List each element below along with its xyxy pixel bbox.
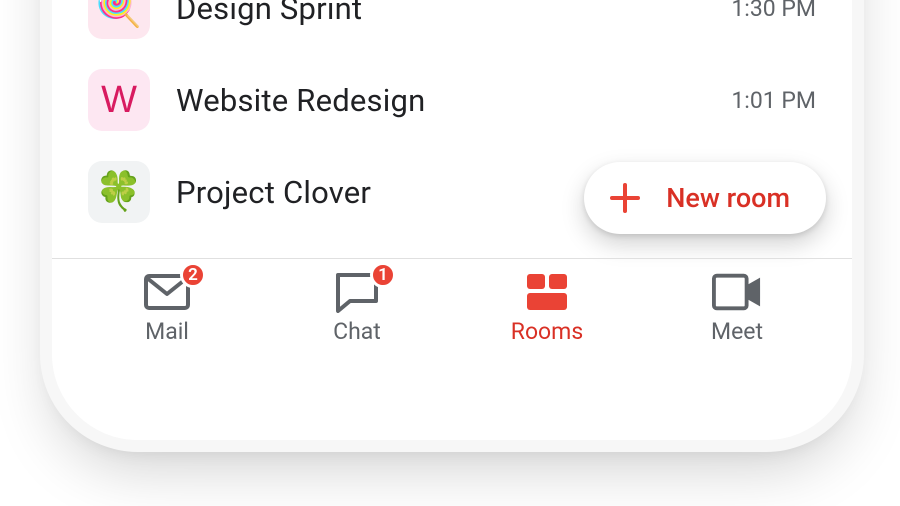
room-avatar: W — [88, 69, 150, 131]
phone-frame: 🍭 Design Sprint 1:30 PM W Website Redesi… — [52, 0, 852, 440]
rooms-icon — [522, 270, 572, 314]
screenshot-stage: 🍭 Design Sprint 1:30 PM W Website Redesi… — [0, 0, 900, 506]
plus-icon — [610, 183, 640, 213]
meet-icon — [712, 270, 762, 314]
room-time: 1:01 PM — [731, 87, 816, 114]
phone-screen: 🍭 Design Sprint 1:30 PM W Website Redesi… — [52, 0, 852, 440]
nav-label: Rooms — [511, 318, 583, 345]
new-room-label: New room — [666, 182, 790, 214]
room-row[interactable]: 🍭 Design Sprint 1:30 PM — [52, 0, 852, 54]
room-avatar: 🍭 — [88, 0, 150, 39]
nav-meet[interactable]: Meet — [652, 270, 822, 345]
mail-icon: 2 — [142, 270, 192, 314]
room-avatar: 🍀 — [88, 161, 150, 223]
nav-chat[interactable]: 1 Chat — [272, 270, 442, 345]
room-time: 1:30 PM — [731, 0, 816, 22]
nav-label: Meet — [711, 318, 763, 345]
chat-badge: 1 — [370, 262, 396, 288]
nav-mail[interactable]: 2 Mail — [82, 270, 252, 345]
nav-label: Mail — [145, 318, 189, 345]
new-room-fab[interactable]: New room — [584, 162, 826, 234]
mail-badge: 2 — [180, 262, 206, 288]
nav-rooms[interactable]: Rooms — [462, 270, 632, 345]
nav-divider — [52, 258, 852, 259]
room-row[interactable]: W Website Redesign 1:01 PM — [52, 54, 852, 146]
room-title: Design Sprint — [176, 0, 719, 27]
room-title: Website Redesign — [176, 82, 719, 119]
nav-label: Chat — [333, 318, 381, 345]
chat-icon: 1 — [332, 270, 382, 314]
bottom-nav: 2 Mail 1 Chat — [52, 270, 852, 380]
